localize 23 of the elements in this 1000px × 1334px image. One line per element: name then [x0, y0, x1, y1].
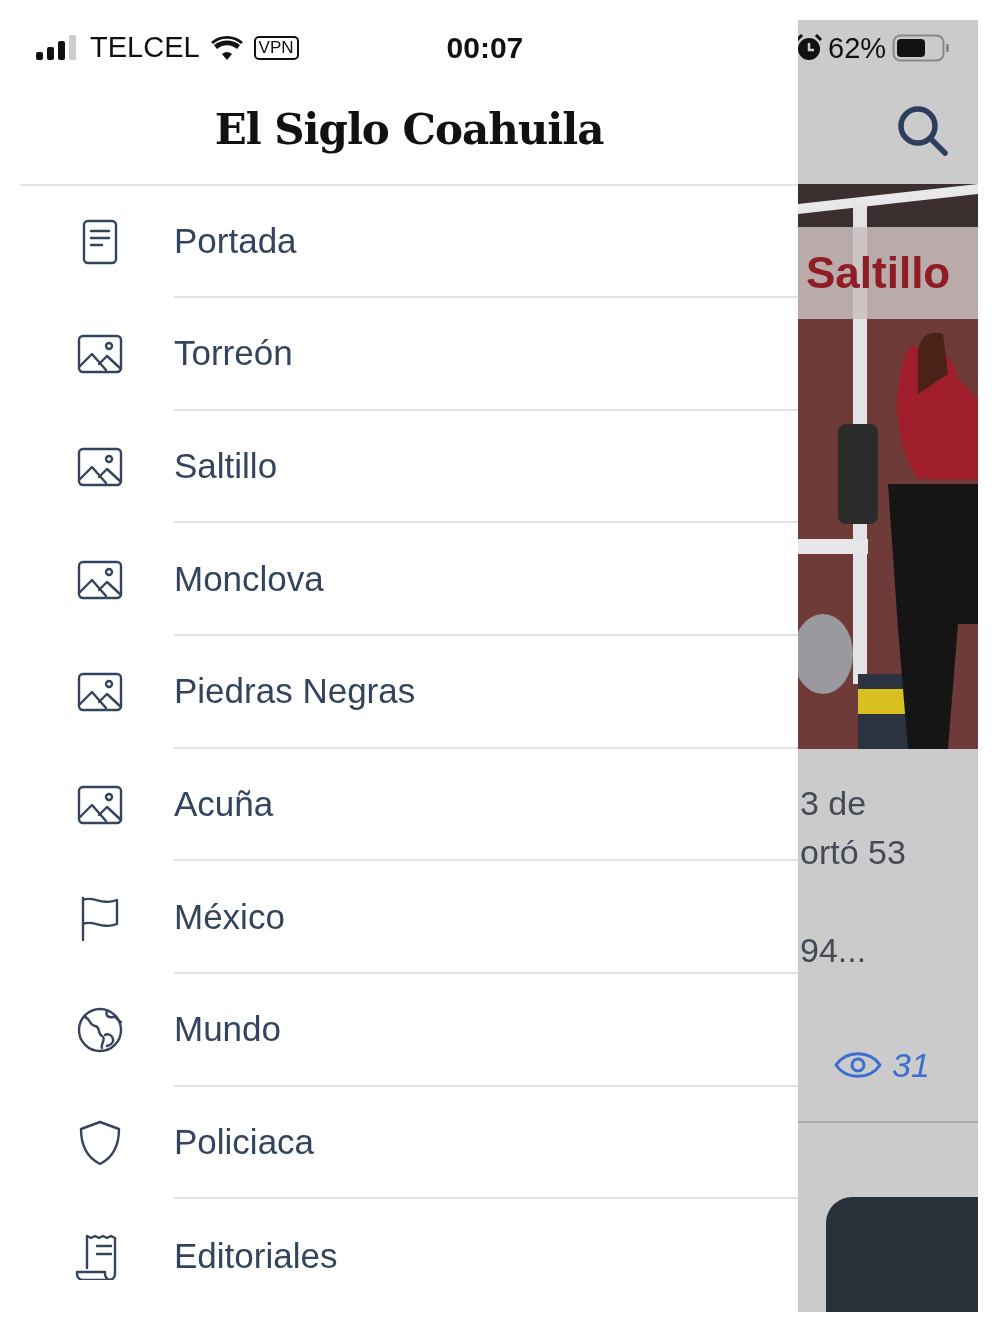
- section-label: Saltillo: [806, 248, 951, 298]
- article-snippet: 94...: [800, 930, 867, 971]
- wifi-icon: [209, 34, 244, 61]
- battery-icon: [892, 34, 951, 62]
- menu-item[interactable]: Editoriales: [174, 1199, 798, 1313]
- image-icon: [77, 559, 123, 600]
- image-icon: [77, 785, 123, 826]
- image-icon: [77, 447, 123, 488]
- document-icon: [82, 218, 118, 265]
- status-time: 00:07: [446, 30, 524, 65]
- image-icon: [77, 672, 123, 713]
- view-count: 31: [892, 1045, 930, 1085]
- globe-icon: [77, 1007, 123, 1054]
- app-logo: El Siglo Coahuila: [214, 105, 604, 155]
- article-snippet: ortó 53: [800, 832, 906, 873]
- article-snippet: 3 de: [800, 783, 867, 824]
- search-icon[interactable]: [896, 104, 948, 156]
- shield-icon: [77, 1119, 123, 1168]
- eye-icon: [834, 1049, 882, 1081]
- vpn-badge: VPN: [253, 35, 299, 60]
- carrier-name: TELCEL: [90, 31, 200, 65]
- image-icon: [77, 334, 123, 375]
- battery-percent: 62%: [828, 31, 887, 65]
